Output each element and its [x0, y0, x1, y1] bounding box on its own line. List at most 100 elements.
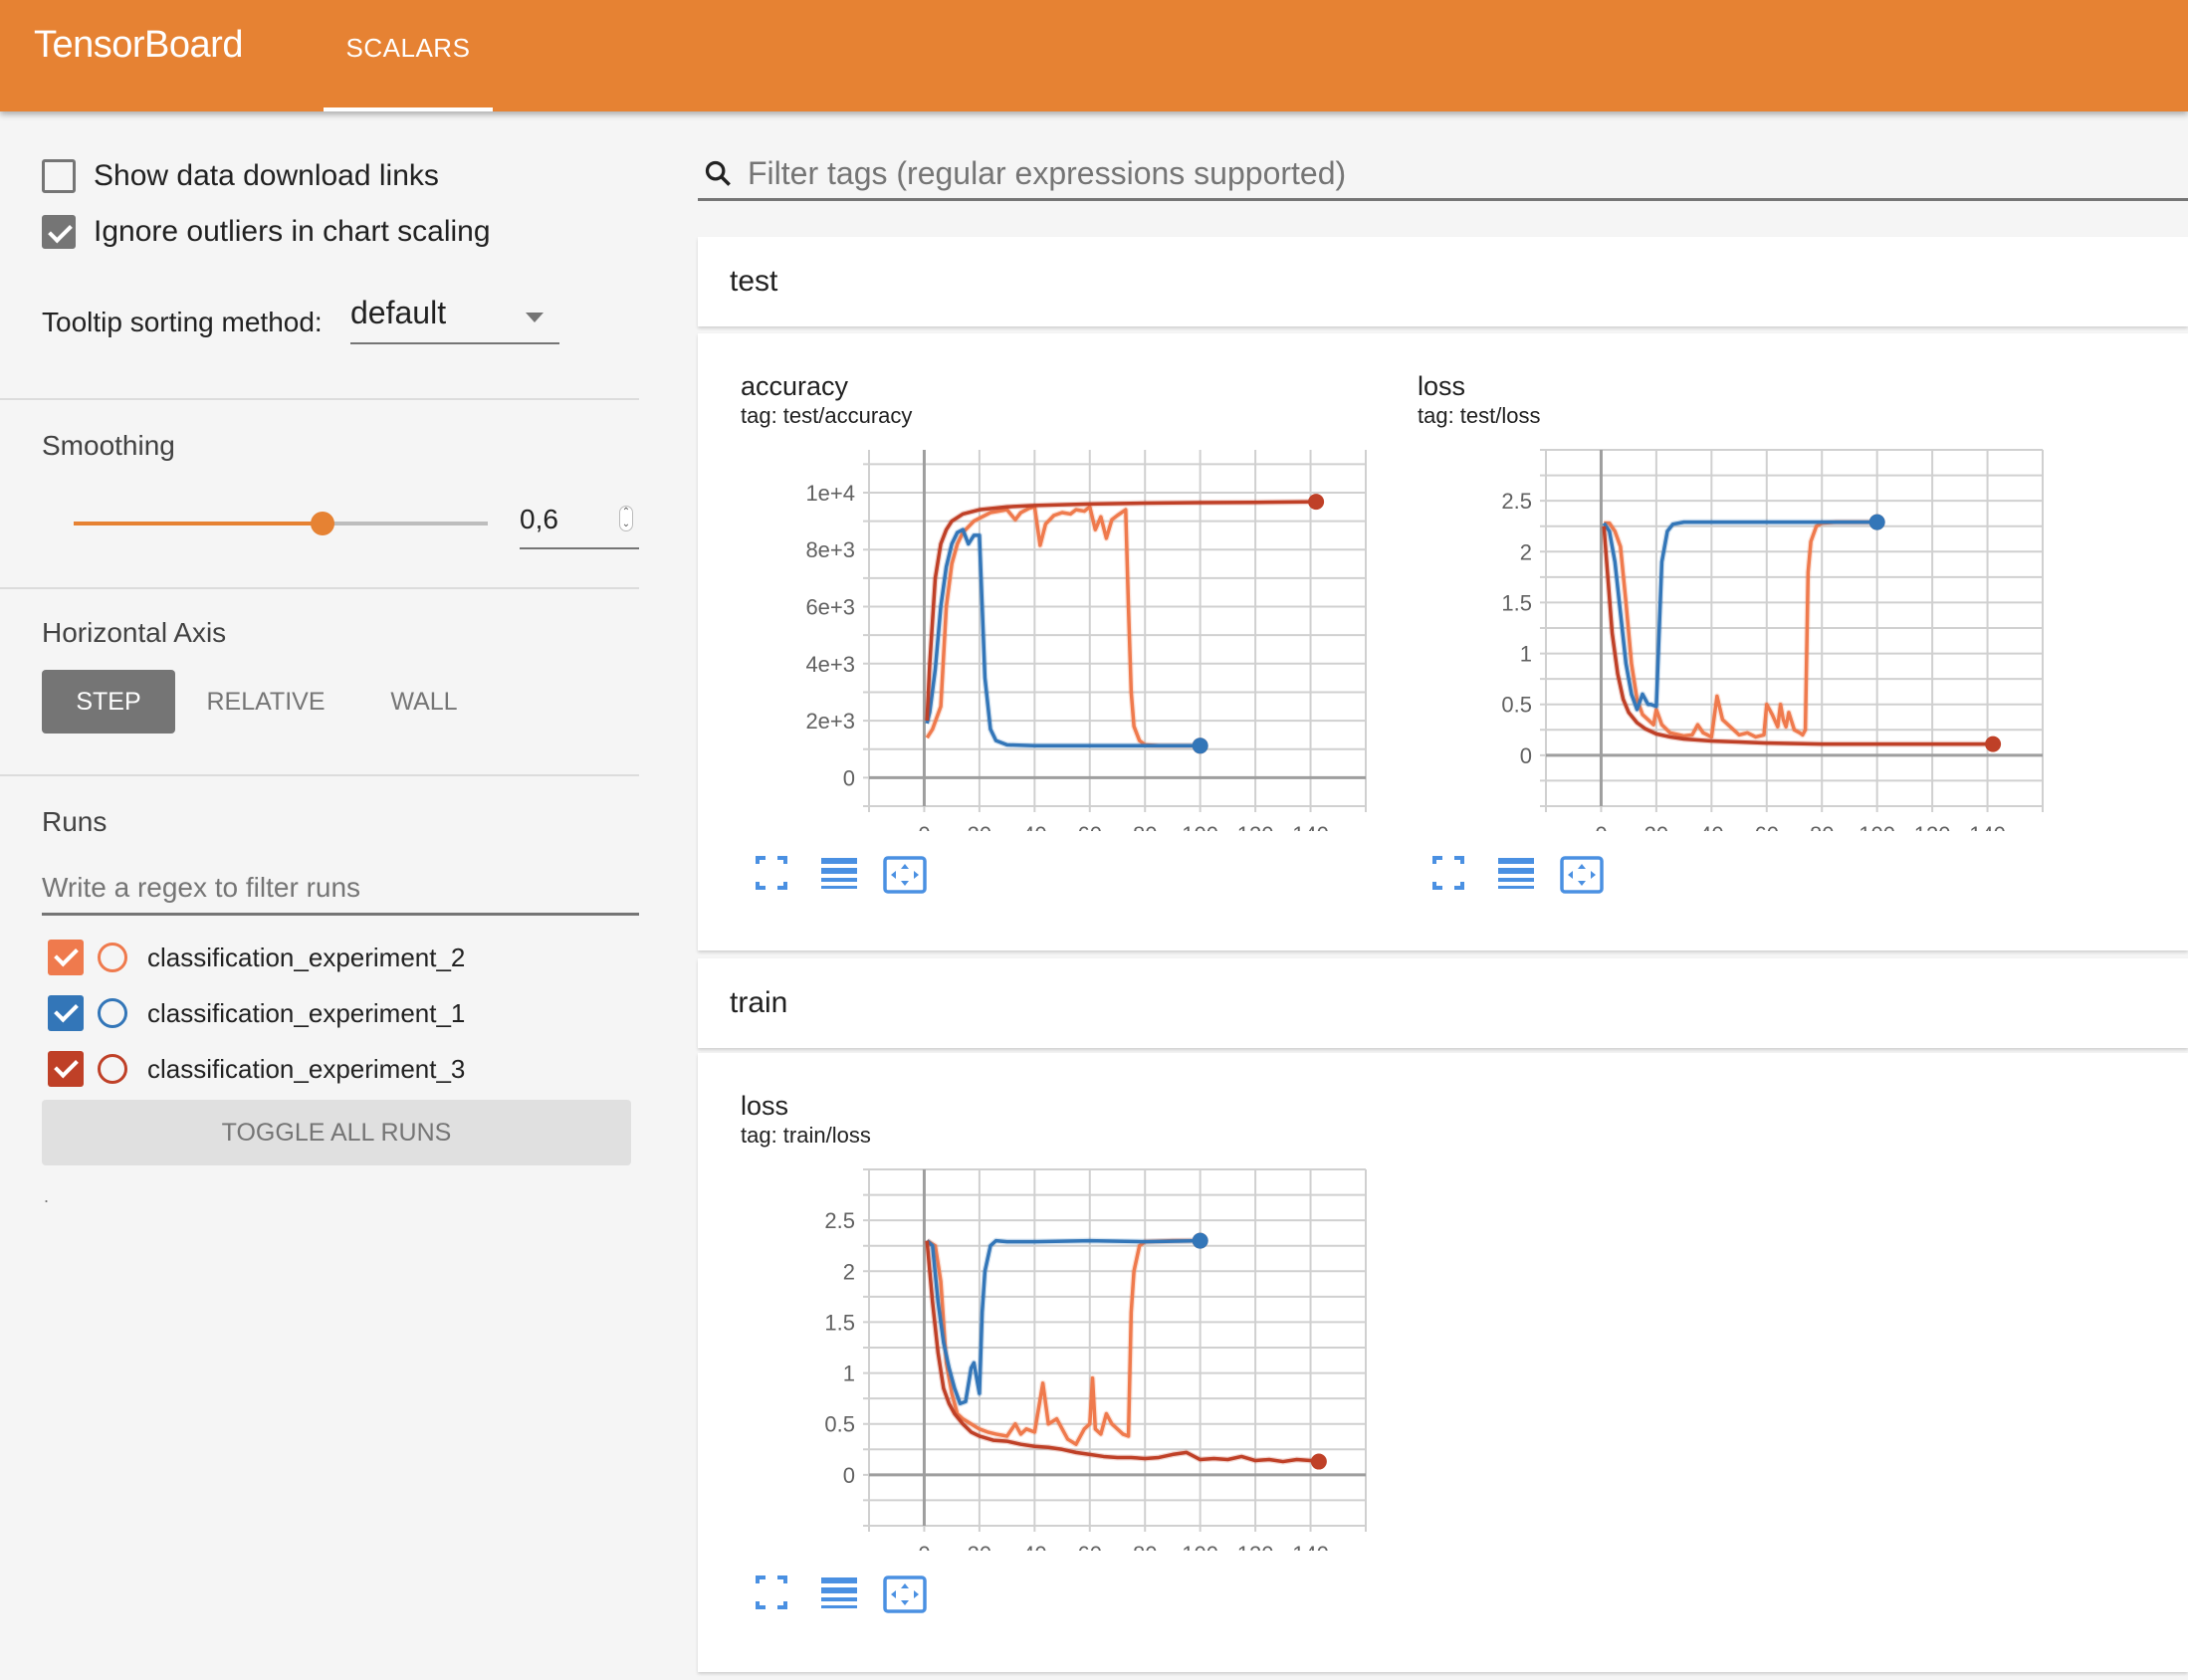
run-radio[interactable]	[98, 998, 127, 1028]
group-name: test	[730, 265, 778, 298]
smoothing-slider[interactable]	[74, 509, 488, 538]
x-tick-label: 40	[1022, 822, 1046, 831]
tag-filter-input[interactable]: Filter tags (regular expressions support…	[698, 149, 2188, 201]
y-tick-label: 8e+3	[805, 537, 855, 562]
y-tick-label: 2.5	[1501, 489, 1532, 514]
chart-plot: 0 0.5 1 1.5 2 2.5 0 20 40 60 80 100 120 140	[1501, 449, 2044, 831]
ignore-outliers-label: Ignore outliers in chart scaling	[94, 215, 491, 248]
x-tick-label: 40	[1022, 1542, 1046, 1551]
tooltip-sorting-dropdown[interactable]: default	[350, 291, 559, 344]
tab-scalars-label: SCALARS	[345, 33, 471, 63]
y-tick-label: 2e+3	[805, 709, 855, 734]
chart-card: loss tag: test/loss 00.511.522.502040608…	[1375, 333, 2052, 894]
run-radio[interactable]	[98, 943, 127, 972]
y-tick-label: 1.5	[1501, 590, 1532, 615]
run-item[interactable]: classification_experiment_1	[48, 995, 465, 1031]
y-tick-label: 2.5	[824, 1208, 855, 1233]
horizontal-axis-label: Horizontal Axis	[42, 617, 227, 648]
fullscreen-icon[interactable]	[756, 856, 819, 896]
x-tick-label: 140	[1969, 822, 2006, 831]
group-header-train[interactable]: train	[698, 958, 2188, 1048]
chart-actions	[756, 1575, 947, 1615]
series-end-marker	[1308, 494, 1325, 511]
show-download-links-option[interactable]: Show data download links	[42, 159, 439, 193]
x-tick-label: 140	[1292, 1542, 1329, 1551]
search-icon	[705, 160, 731, 186]
app-title: TensorBoard	[34, 24, 243, 66]
x-tick-label: 120	[1237, 1542, 1274, 1551]
series-line	[1602, 520, 1877, 712]
x-tick-label: 0	[918, 822, 930, 831]
run-name: classification_experiment_1	[147, 997, 466, 1028]
tooltip-sorting-value: default	[350, 295, 447, 330]
runs-label: Runs	[42, 806, 108, 837]
toggle-log-scale-icon[interactable]	[819, 1575, 883, 1615]
x-tick-label: 0	[1595, 822, 1607, 831]
ignore-outliers-checkbox[interactable]	[42, 215, 76, 249]
fit-domain-icon[interactable]	[883, 856, 947, 896]
x-tick-label: 20	[968, 1542, 991, 1551]
group-body-train: loss tag: train/loss 00.511.522.50204060…	[698, 1053, 2188, 1672]
toggle-all-runs-button[interactable]: TOGGLE ALL RUNS	[42, 1100, 631, 1165]
x-tick-label: 80	[1810, 822, 1834, 831]
axis-relative-button[interactable]: RELATIVE	[191, 670, 340, 734]
group-header-test[interactable]: test	[698, 237, 2188, 326]
y-tick-label: 0.5	[824, 1412, 855, 1437]
chart-plot: 0 0.5 1 1.5 2 2.5 0 20 40 60 80 100 120 140	[824, 1168, 1367, 1551]
tab-scalars[interactable]: SCALARS	[324, 0, 493, 111]
fullscreen-icon[interactable]	[756, 1575, 819, 1615]
runs-filter-input[interactable]: Write a regex to filter runs	[42, 866, 639, 916]
x-tick-label: 120	[1914, 822, 1951, 831]
spinner-icon[interactable]: ⌃ ⌄	[619, 506, 633, 531]
fullscreen-icon[interactable]	[1432, 856, 1496, 896]
runs-filter-placeholder: Write a regex to filter runs	[42, 872, 361, 903]
run-radio[interactable]	[98, 1054, 127, 1084]
x-tick-label: 20	[1644, 822, 1668, 831]
y-tick-label: 0	[843, 765, 855, 790]
smoothing-value: 0,6	[520, 504, 558, 534]
slider-thumb[interactable]	[310, 512, 334, 535]
sidebar: Show data download links Ignore outliers…	[0, 111, 639, 1680]
run-item[interactable]: classification_experiment_2	[48, 940, 465, 975]
series-end-marker	[1868, 514, 1885, 530]
toggle-log-scale-icon[interactable]	[819, 856, 883, 896]
chart-actions	[1432, 856, 1624, 896]
series-raw-line	[1601, 519, 1877, 713]
series-end-marker	[1192, 1232, 1208, 1249]
smoothing-input[interactable]: 0,6 ⌃ ⌄	[520, 490, 639, 549]
x-tick-label: 120	[1237, 822, 1274, 831]
x-tick-label: 80	[1133, 1542, 1157, 1551]
chart-card: accuracy tag: test/accuracy 0 2e+3 4e+3 6e+…	[698, 333, 1375, 894]
x-tick-label: 40	[1699, 822, 1723, 831]
smoothing-label: Smoothing	[42, 430, 175, 461]
fit-domain-icon[interactable]	[1560, 856, 1624, 896]
run-item[interactable]: classification_experiment_3	[48, 1051, 465, 1087]
axis-wall-button[interactable]: WALL	[368, 670, 480, 734]
divider	[0, 587, 639, 589]
tooltip-sorting-label: Tooltip sorting method:	[42, 307, 323, 337]
tag-filter-placeholder: Filter tags (regular expressions support…	[748, 155, 1347, 191]
x-tick-label: 60	[1078, 1542, 1102, 1551]
run-checkbox[interactable]	[48, 1051, 84, 1087]
divider	[0, 398, 639, 400]
chart-card: loss tag: train/loss 00.511.522.50204060…	[698, 1053, 1375, 1613]
fit-domain-icon[interactable]	[883, 1575, 947, 1615]
ignore-outliers-option[interactable]: Ignore outliers in chart scaling	[42, 215, 491, 249]
run-checkbox[interactable]	[48, 940, 84, 975]
y-tick-label: 6e+3	[805, 595, 855, 620]
x-tick-label: 80	[1133, 822, 1157, 831]
show-download-links-label: Show data download links	[94, 159, 439, 192]
chevron-down-icon	[526, 313, 544, 322]
x-tick-label: 100	[1859, 822, 1895, 831]
slider-fill	[74, 522, 323, 525]
y-tick-label: 2	[1520, 539, 1532, 564]
x-tick-label: 140	[1292, 822, 1329, 831]
x-tick-label: 60	[1755, 822, 1779, 831]
chart-plot: 0 2e+3 4e+3 6e+3 8e+3 1e+4 0 20 40 60 80 100 120 140	[805, 450, 1367, 831]
run-name: classification_experiment_3	[147, 1053, 466, 1084]
show-download-links-checkbox[interactable]	[42, 159, 76, 193]
toggle-log-scale-icon[interactable]	[1496, 856, 1560, 896]
group-body-test: accuracy tag: test/accuracy 0 2e+3 4e+3 6e+…	[698, 333, 2188, 950]
run-checkbox[interactable]	[48, 995, 84, 1031]
axis-step-button[interactable]: STEP	[42, 670, 175, 734]
